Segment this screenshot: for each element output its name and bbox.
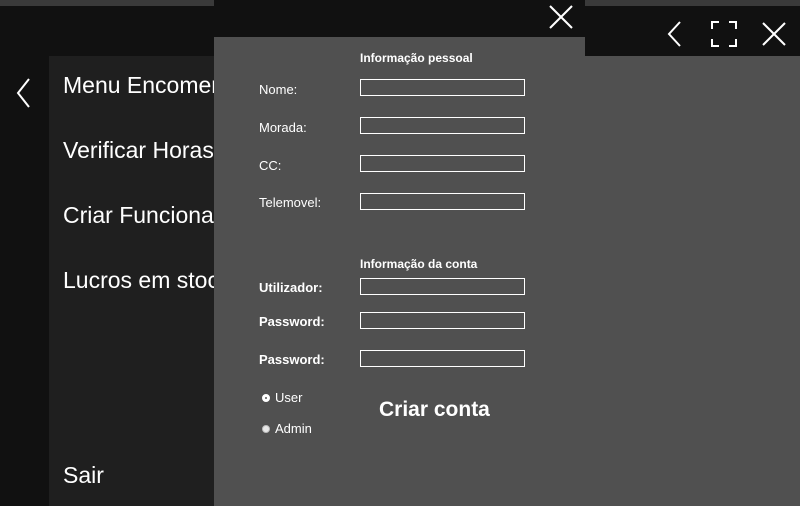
role-admin-label: Admin — [275, 421, 312, 436]
account-info-heading: Informação da conta — [360, 257, 478, 271]
menu-item-lucros-stock[interactable]: Lucros em stock — [63, 267, 214, 294]
nome-label: Nome: — [259, 82, 298, 97]
password-label: Password: — [259, 314, 325, 329]
morada-label: Morada: — [259, 120, 307, 135]
fullscreen-icon[interactable] — [710, 20, 738, 48]
menu-item-verificar-horas[interactable]: Verificar Horas — [63, 137, 214, 164]
back-column — [0, 56, 49, 506]
role-user-radio[interactable]: User — [262, 390, 302, 405]
password-confirm-field[interactable] — [360, 350, 525, 367]
telemovel-label: Telemovel: — [259, 195, 322, 210]
menu-item-criar-funcionario[interactable]: Criar Funcionario — [63, 202, 214, 229]
utilizador-label: Utilizador: — [259, 280, 323, 295]
back-chevron-icon[interactable] — [12, 78, 36, 108]
role-user-label: User — [275, 390, 303, 405]
role-admin-radio[interactable]: Admin — [262, 421, 312, 436]
menu-item-sair[interactable]: Sair — [63, 462, 104, 489]
password-field[interactable] — [360, 312, 525, 329]
side-menu: Menu Encomendas Verificar Horas Criar Fu… — [49, 56, 214, 506]
content-pane — [585, 56, 800, 506]
radio-unchecked-icon[interactable] — [262, 424, 270, 433]
menu-item-encomendas[interactable]: Menu Encomendas — [63, 72, 214, 99]
cc-field[interactable] — [360, 155, 525, 172]
cc-label: CC: — [259, 158, 282, 173]
radio-checked-icon[interactable] — [262, 393, 270, 402]
telemovel-field[interactable] — [360, 193, 525, 210]
nome-field[interactable] — [360, 79, 525, 96]
criar-conta-button[interactable]: Criar conta — [379, 398, 490, 422]
close-icon[interactable] — [760, 20, 788, 48]
dialog-titlebar — [214, 0, 585, 37]
utilizador-field[interactable] — [360, 278, 525, 295]
morada-field[interactable] — [360, 117, 525, 134]
create-account-dialog: Informação pessoal Nome: Morada: CC: Tel… — [214, 37, 585, 506]
chevron-left-icon[interactable] — [661, 20, 689, 48]
dialog-close-icon[interactable] — [548, 4, 574, 30]
password-confirm-label: Password: — [259, 352, 325, 367]
personal-info-heading: Informação pessoal — [360, 51, 473, 65]
